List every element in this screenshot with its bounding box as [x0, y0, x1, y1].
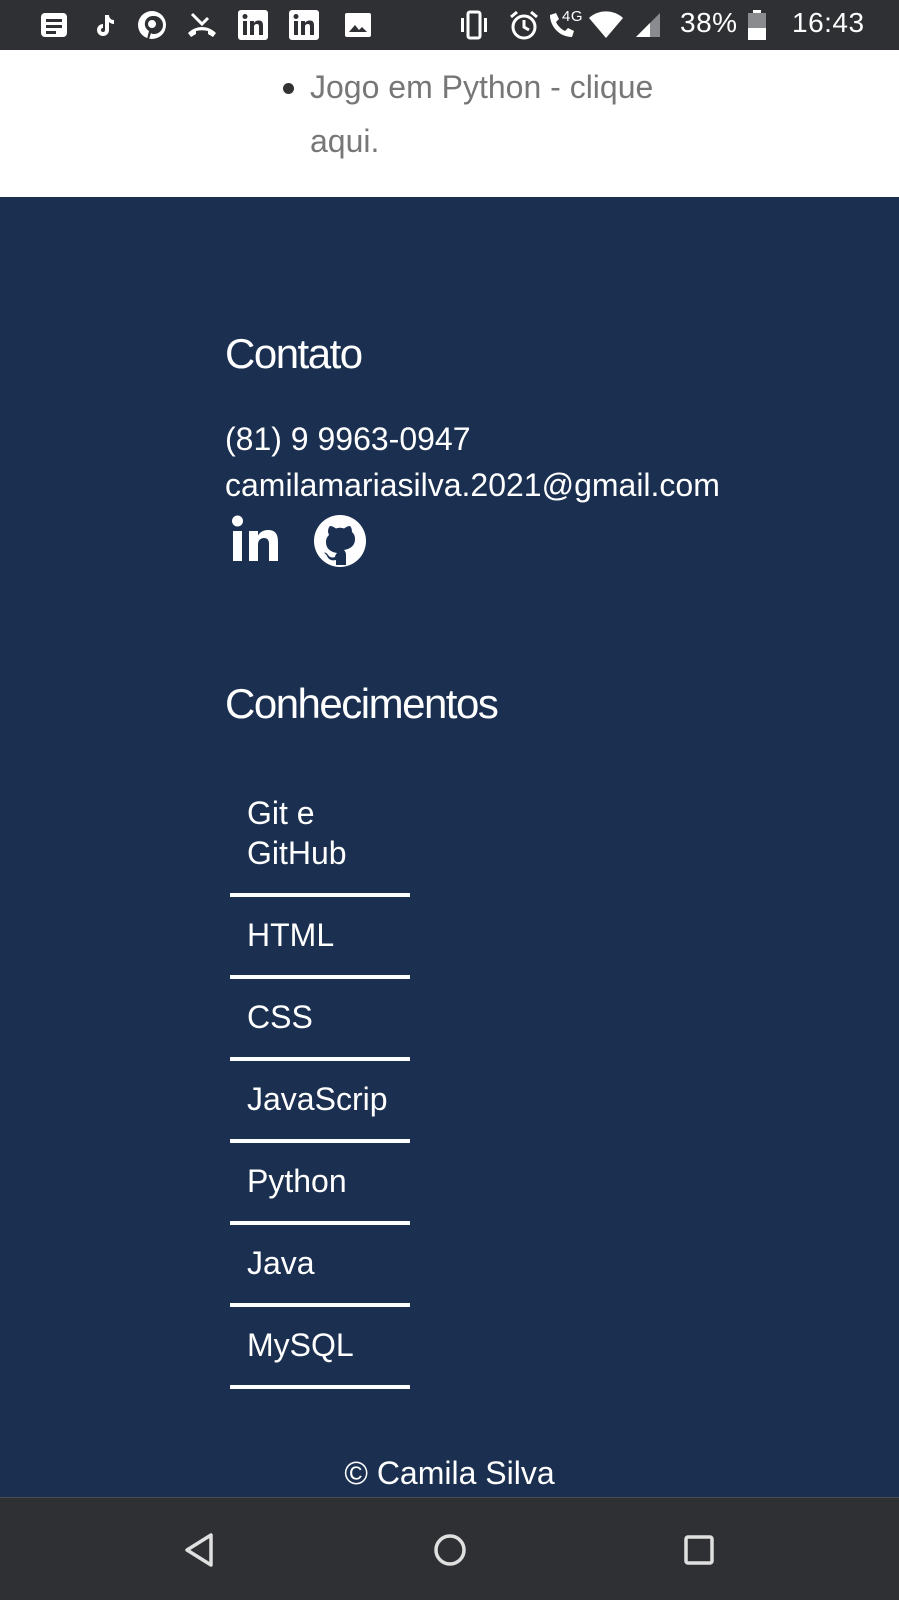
wifi-icon — [589, 11, 623, 38]
image-icon — [345, 13, 371, 37]
notes-icon — [41, 13, 67, 37]
linkedin-icon — [289, 10, 319, 40]
skill-label: JavaScrip — [247, 1081, 388, 1117]
status-bar: 4G 38% 16:43 — [0, 0, 899, 50]
battery-percentage: 38% — [680, 7, 738, 38]
navigation-bar — [0, 1497, 899, 1600]
phone-number: (81) 9 9963-0947 — [225, 421, 471, 457]
home-icon[interactable] — [426, 1526, 474, 1574]
python-game-link[interactable]: Jogo em Python - clique aqui. — [310, 60, 700, 168]
linkedin-icon — [238, 10, 268, 40]
skill-item-mysql: MySQL — [230, 1307, 410, 1389]
skill-label: CSS — [247, 999, 313, 1035]
vibrate-icon — [461, 10, 487, 40]
contact-heading: Contato — [225, 330, 363, 377]
skill-label: Python — [247, 1163, 347, 1199]
skill-label: Java — [247, 1245, 315, 1281]
skill-item-git: Git e GitHub — [230, 790, 410, 897]
skill-item-css: CSS — [230, 979, 410, 1061]
list-bullet — [283, 83, 294, 94]
github-icon[interactable] — [312, 513, 368, 569]
alarm-icon — [510, 10, 538, 40]
skills-heading: Conhecimentos — [225, 680, 499, 727]
clock: 16:43 — [792, 7, 865, 38]
back-icon[interactable] — [177, 1526, 225, 1574]
network-type: 4G — [562, 8, 584, 25]
tiktok-icon — [97, 15, 114, 36]
linkedin-icon[interactable] — [230, 513, 286, 569]
missed-call-icon — [188, 12, 216, 37]
copyright: © Camila Silva — [344, 1455, 555, 1491]
skill-label: HTML — [247, 917, 335, 953]
signal-icon — [636, 13, 660, 37]
skill-label: Git e GitHub — [247, 795, 347, 871]
battery-icon — [748, 10, 766, 40]
recents-icon[interactable] — [675, 1526, 723, 1574]
skill-label: MySQL — [247, 1327, 354, 1363]
skill-item-javascript: JavaScrip — [230, 1061, 410, 1143]
skill-item-html: HTML — [230, 897, 410, 979]
projects-section: Jogo em Python - clique aqui. — [0, 50, 899, 197]
pinterest-icon — [138, 11, 166, 39]
skill-item-java: Java — [230, 1225, 410, 1307]
email-address[interactable]: camilamariasilva.2021@gmail.com — [225, 467, 720, 504]
skill-item-python: Python — [230, 1143, 410, 1225]
